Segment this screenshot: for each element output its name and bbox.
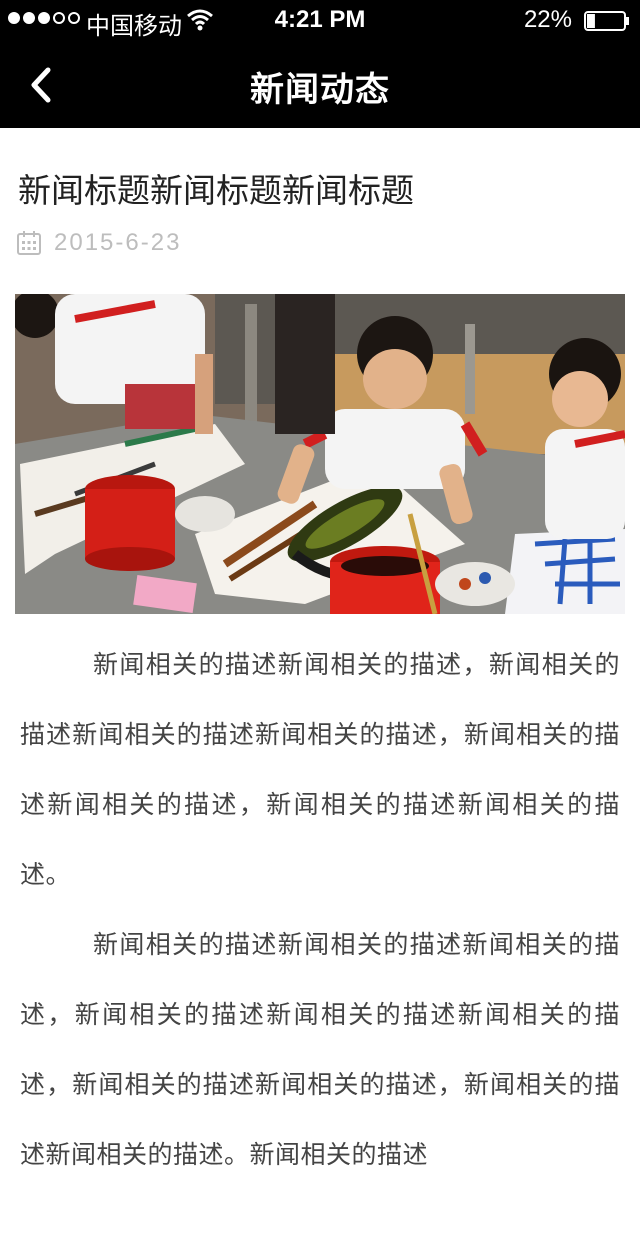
article-body: 新闻相关的描述新闻相关的描述，新闻相关的描述新闻相关的描述新闻相关的描述，新闻相… — [20, 630, 620, 1190]
battery-icon — [584, 10, 630, 31]
nav-bar: 新闻动态 — [0, 40, 640, 128]
battery-percent: 22% — [523, 6, 572, 33]
article-photo — [15, 294, 625, 614]
article-title: 新闻标题新闻标题新闻标题 — [18, 171, 414, 210]
status-bar: 中国移动 4:21 PM 22% — [0, 0, 640, 40]
app-header: 中国移动 4:21 PM 22% 新闻动态 — [0, 0, 640, 128]
article-date: 2015-6-23 — [54, 229, 182, 256]
article-meta: 2015-6-23 — [16, 228, 181, 258]
children-painting-photo — [15, 294, 625, 614]
calendar-icon — [17, 231, 41, 255]
page-title: 新闻动态 — [250, 70, 390, 110]
article-paragraph: 新闻相关的描述新闻相关的描述新闻相关的描述，新闻相关的描述新闻相关的描述新闻相关… — [20, 930, 620, 1169]
article-paragraph: 新闻相关的描述新闻相关的描述，新闻相关的描述新闻相关的描述新闻相关的描述，新闻相… — [20, 650, 620, 889]
